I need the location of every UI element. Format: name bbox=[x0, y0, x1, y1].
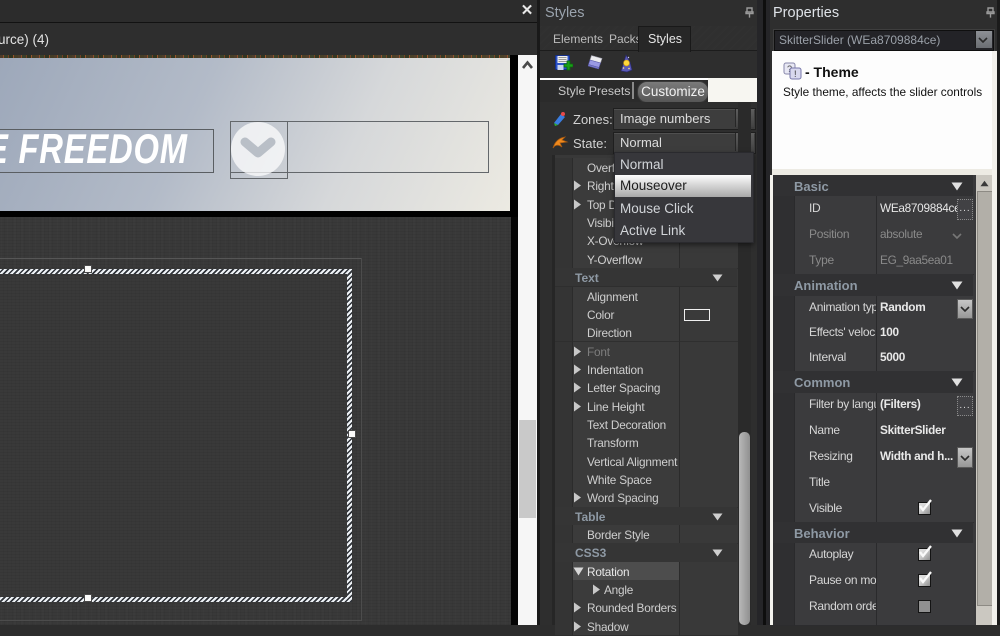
svg-text:!: ! bbox=[794, 69, 797, 79]
